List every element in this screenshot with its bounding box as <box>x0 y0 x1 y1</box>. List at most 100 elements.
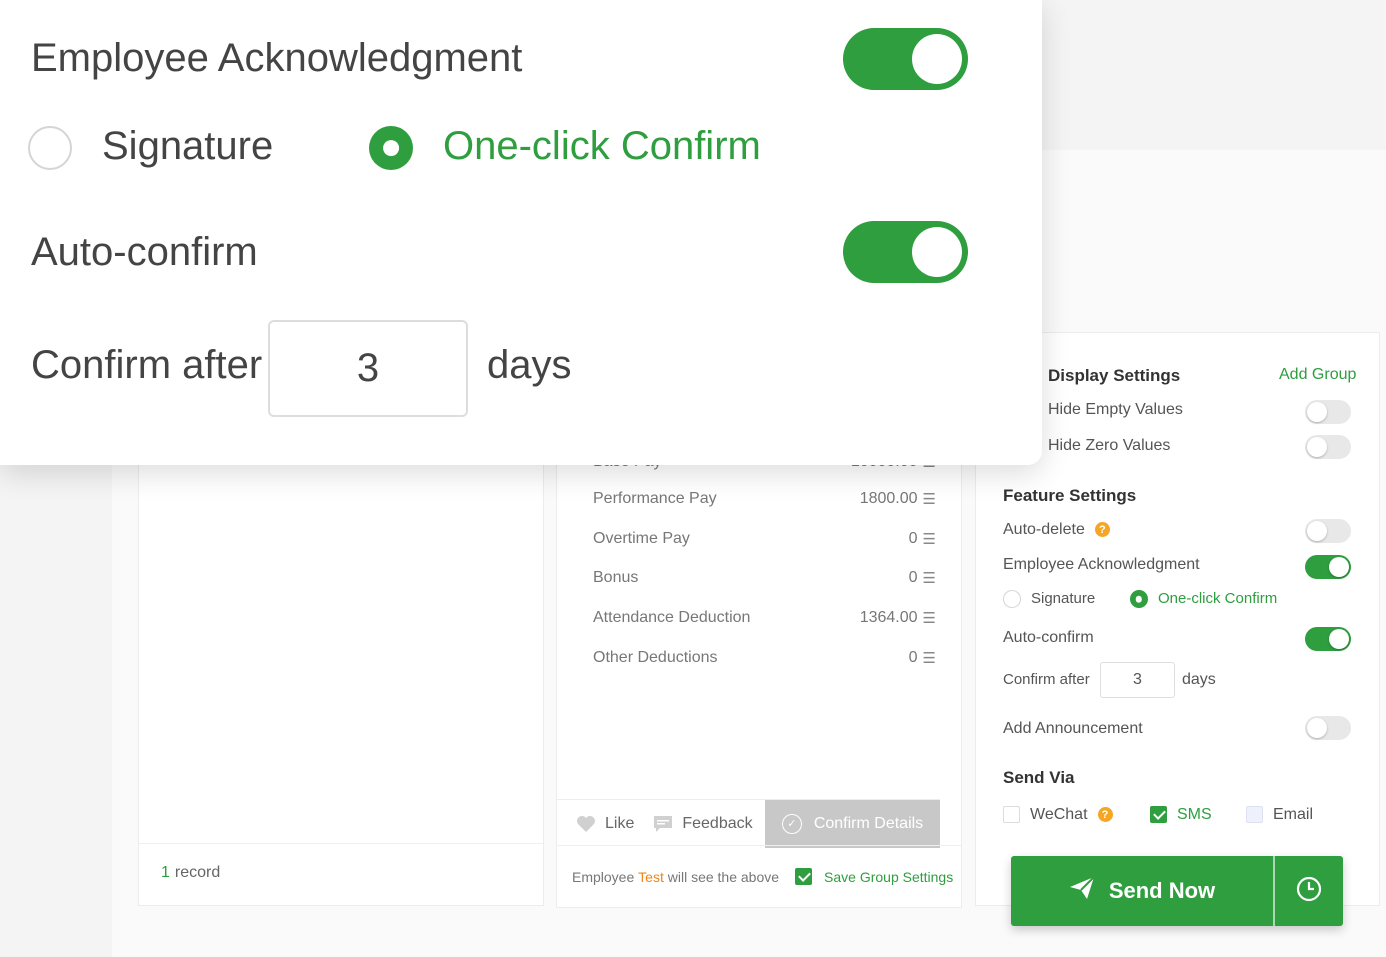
payslip-row: Overtime Pay 0 ☰ <box>593 519 936 559</box>
display-settings-title: Display Settings <box>1048 366 1181 385</box>
auto-delete-label: Auto-delete <box>1003 521 1085 538</box>
send-now-button[interactable]: Send Now <box>1011 856 1273 926</box>
sort-icon[interactable]: ☰ <box>923 649 936 667</box>
schedule-send-button[interactable] <box>1273 856 1343 926</box>
record-label: record <box>174 864 221 881</box>
payslip-row-label: Attendance Deduction <box>593 609 751 627</box>
feedback-label: Feedback <box>682 814 753 832</box>
payslip-actions: Like Feedback ✓ Confirm Details <box>557 799 940 848</box>
overlay-signature-label: Signature <box>102 124 274 168</box>
payslip-preview-panel: Base Pay 10000.00☰ Performance Pay 1800.… <box>556 440 962 908</box>
payslip-row-label: Performance Pay <box>593 489 717 507</box>
sort-icon[interactable]: ☰ <box>923 569 936 587</box>
employee-ack-label: Employee Acknowledgment <box>1003 556 1200 573</box>
payslip-row: Performance Pay 1800.00 ☰ <box>593 479 936 519</box>
heart-icon <box>575 814 597 834</box>
save-group-settings-checkbox[interactable]: Save Group Settings <box>795 868 953 885</box>
payslip-row-value: 0 <box>908 569 918 587</box>
like-button[interactable]: Like <box>557 814 634 834</box>
payslip-rows: Base Pay 10000.00☰ Performance Pay 1800.… <box>593 453 936 678</box>
visibility-prefix: Employee <box>572 868 635 885</box>
payslip-row-label: Overtime Pay <box>593 529 690 547</box>
sort-icon[interactable]: ☰ <box>923 609 936 627</box>
hide-zero-values-toggle[interactable] <box>1305 435 1351 459</box>
payslip-row-value: 0 <box>908 529 918 547</box>
radio-selected-icon <box>369 126 413 171</box>
record-count: 1 <box>161 864 170 881</box>
overlay-auto-confirm-label: Auto-confirm <box>31 230 258 274</box>
days-label: days <box>1182 671 1216 688</box>
email-label: Email <box>1273 806 1314 823</box>
overlay-employee-ack-label: Employee Acknowledgment <box>31 36 523 80</box>
overlay-signature-radio[interactable]: Signature <box>28 124 274 171</box>
one-click-confirm-radio[interactable]: One-click Confirm <box>1130 590 1278 609</box>
comment-icon <box>652 814 674 834</box>
sms-label: SMS <box>1177 806 1212 823</box>
sort-icon[interactable]: ☰ <box>923 490 936 508</box>
confirm-after-days-input[interactable]: 3 <box>1100 662 1175 698</box>
radio-unselected-icon <box>1003 590 1021 609</box>
payslip-row-label: Bonus <box>593 569 639 587</box>
checkbox-unchecked-icon <box>1246 806 1263 824</box>
wechat-checkbox[interactable]: WeChat? <box>1003 806 1113 824</box>
hide-zero-values-label: Hide Zero Values <box>1048 437 1171 454</box>
send-via-title: Send Via <box>1003 768 1075 787</box>
question-icon[interactable]: ? <box>1094 522 1110 538</box>
overlay-one-click-label: One-click Confirm <box>443 124 761 168</box>
confirm-details-label: Confirm Details <box>813 814 924 832</box>
radio-unselected-icon <box>28 126 72 171</box>
send-now-button-group: Send Now <box>1011 856 1343 926</box>
like-label: Like <box>605 814 635 832</box>
signature-radio[interactable]: Signature <box>1003 590 1096 609</box>
clock-icon <box>1296 876 1322 907</box>
save-group-settings-label: Save Group Settings <box>824 868 954 885</box>
acknowledgment-zoom-card: Employee Acknowledgment Signature One-cl… <box>0 0 1042 465</box>
employee-name: Test <box>638 868 664 885</box>
send-now-label: Send Now <box>1108 878 1216 903</box>
auto-delete-toggle[interactable] <box>1305 519 1351 543</box>
add-group-link[interactable]: Add Group <box>1279 366 1356 384</box>
visibility-suffix: will see the above <box>667 868 780 885</box>
overlay-one-click-radio[interactable]: One-click Confirm <box>369 124 761 171</box>
employee-ack-toggle[interactable] <box>1305 555 1351 579</box>
add-announcement-label: Add Announcement <box>1003 720 1143 737</box>
overlay-employee-ack-toggle[interactable] <box>843 28 968 90</box>
auto-confirm-label: Auto-confirm <box>1003 629 1094 646</box>
payslip-row-value: 1364.00 <box>859 609 918 627</box>
one-click-confirm-radio-label: One-click Confirm <box>1158 590 1278 607</box>
sort-icon[interactable]: ☰ <box>923 530 936 548</box>
signature-radio-label: Signature <box>1031 590 1096 607</box>
payslip-row: Other Deductions 0 ☰ <box>593 638 936 678</box>
sms-checkbox[interactable]: SMS <box>1150 806 1212 824</box>
paper-plane-icon <box>1069 876 1095 906</box>
add-announcement-toggle[interactable] <box>1305 716 1351 740</box>
confirm-details-button[interactable]: ✓ Confirm Details <box>765 799 940 848</box>
radio-selected-icon <box>1130 590 1148 609</box>
app-stage: 1record Base Pay 10000.00☰ Performance P… <box>0 0 1386 957</box>
wechat-label: WeChat <box>1030 806 1088 823</box>
checkbox-checked-icon <box>1150 806 1167 824</box>
feature-settings-title: Feature Settings <box>1003 486 1137 505</box>
auto-confirm-toggle[interactable] <box>1305 627 1351 651</box>
question-icon[interactable]: ? <box>1097 807 1113 823</box>
overlay-days-label: days <box>487 343 572 387</box>
overlay-confirm-after-input[interactable]: 3 <box>268 320 468 417</box>
email-checkbox[interactable]: Email <box>1246 806 1313 824</box>
confirm-after-label: Confirm after <box>1003 671 1090 688</box>
payslip-row: Bonus 0 ☰ <box>593 559 936 599</box>
overlay-auto-confirm-toggle[interactable] <box>843 221 968 283</box>
auto-delete-label-row: Auto-delete? <box>1003 521 1110 539</box>
hide-empty-values-toggle[interactable] <box>1305 400 1351 424</box>
payslip-row-label: Other Deductions <box>593 649 718 667</box>
payslip-row: Attendance Deduction 1364.00 ☰ <box>593 598 936 638</box>
payslip-row-value: 0 <box>908 649 918 667</box>
checkbox-checked-icon <box>795 868 813 885</box>
payslip-row-value: 1800.00 <box>859 489 918 507</box>
feedback-button[interactable]: Feedback <box>634 814 753 834</box>
list-footer: 1 record <box>139 843 543 905</box>
checkbox-unchecked-icon <box>1003 806 1020 824</box>
check-circle-icon: ✓ <box>781 813 802 834</box>
hide-empty-values-label: Hide Empty Values <box>1048 401 1183 418</box>
payslip-footer: Employee Test will see the above Save Gr… <box>557 845 961 907</box>
employee-list-panel: 1 record <box>138 440 544 906</box>
